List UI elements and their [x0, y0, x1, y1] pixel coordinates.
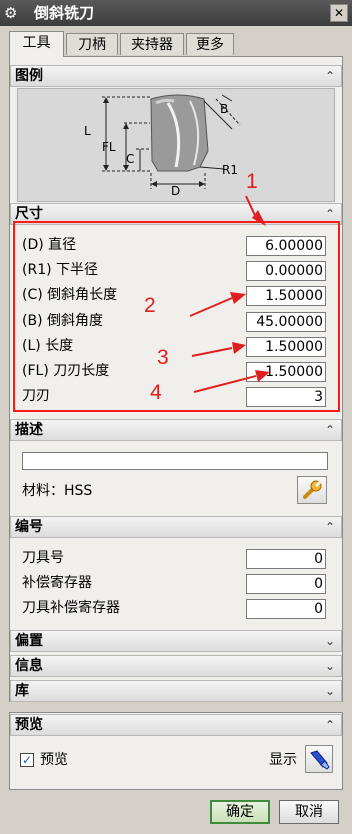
close-button[interactable]: ✕	[330, 4, 348, 22]
adjust-register-field[interactable]: 0	[246, 574, 326, 594]
tool-number-field[interactable]: 0	[246, 549, 326, 569]
length-label: (L) 长度	[22, 338, 74, 354]
chamfer-angle-field[interactable]: 45.00000	[246, 312, 326, 332]
annotation-label-1: 1	[246, 170, 258, 193]
cutcom-register-label: 刀具补偿寄存器	[22, 600, 120, 616]
chevron-down-icon[interactable]: ⌄	[321, 632, 339, 650]
diagram-label-fl: FL	[102, 140, 116, 154]
numbering-section-header[interactable]: 编号 ⌃	[10, 516, 342, 538]
diagram-label-c: C	[126, 152, 134, 166]
chevron-down-icon[interactable]: ⌄	[321, 682, 339, 700]
chamfer-length-field[interactable]: 1.50000	[246, 286, 326, 306]
lower-radius-label: (R1) 下半径	[22, 262, 99, 278]
ok-button[interactable]: 确定	[210, 800, 270, 824]
section-label: 描述	[15, 422, 43, 438]
section-label: 尺寸	[15, 206, 43, 222]
tab-more[interactable]: 更多	[186, 33, 234, 55]
cutcom-register-field[interactable]: 0	[246, 599, 326, 619]
diagram-label-b: B	[220, 102, 228, 116]
diagram-label-d: D	[171, 184, 180, 198]
chamfer-mill-diagram: B L FL C D R1	[84, 94, 241, 198]
section-label: 图例	[15, 68, 43, 84]
chevron-up-icon[interactable]: ⌃	[321, 518, 339, 536]
tab-bar: 工具 刀柄 夹持器 更多	[0, 26, 352, 57]
tool-number-label: 刀具号	[22, 550, 64, 566]
show-button[interactable]	[305, 745, 333, 773]
flutes-field[interactable]: 3	[246, 387, 326, 407]
info-section-header[interactable]: 信息 ⌄	[10, 655, 342, 677]
material-label: 材料：HSS	[22, 483, 93, 499]
section-label: 预览	[15, 717, 43, 733]
flute-length-field[interactable]: 1.50000	[246, 362, 326, 382]
window-title: 倒斜铣刀	[34, 4, 95, 22]
wrench-icon	[303, 479, 323, 499]
title-bar: ⚙ 倒斜铣刀 ✕	[0, 0, 352, 26]
annotation-label-3: 3	[157, 346, 169, 369]
tool-diagram-frame: B L FL C D R1	[17, 88, 335, 202]
tab-tool[interactable]: 工具	[9, 31, 64, 57]
chamfer-angle-label: (B) 倒斜角度	[22, 313, 103, 329]
flashlight-icon	[310, 750, 330, 770]
cancel-button[interactable]: 取消	[279, 800, 339, 824]
diameter-label: (D) 直径	[22, 237, 77, 253]
section-label: 库	[15, 683, 29, 699]
chevron-up-icon[interactable]: ⌃	[321, 421, 339, 439]
flute-length-label: (FL) 刀刃长度	[22, 363, 110, 379]
preview-checkbox[interactable]: ✓	[20, 753, 34, 767]
description-input[interactable]	[22, 452, 328, 470]
length-field[interactable]: 1.50000	[246, 337, 326, 357]
diagram-label-l: L	[84, 124, 91, 138]
chevron-up-icon[interactable]: ⌃	[321, 67, 339, 85]
material-button[interactable]	[297, 476, 327, 504]
chevron-up-icon[interactable]: ⌃	[321, 205, 339, 223]
library-section-header[interactable]: 库 ⌄	[10, 680, 342, 702]
preview-section-header[interactable]: 预览 ⌃	[10, 714, 342, 736]
section-label: 信息	[15, 658, 43, 674]
diameter-field[interactable]: 6.00000	[246, 236, 326, 256]
chevron-down-icon[interactable]: ⌄	[321, 657, 339, 675]
chevron-up-icon[interactable]: ⌃	[321, 716, 339, 734]
tab-holder-shank[interactable]: 刀柄	[66, 33, 118, 55]
offset-section-header[interactable]: 偏置 ⌄	[10, 630, 342, 652]
gear-icon[interactable]: ⚙	[4, 3, 17, 23]
section-label: 偏置	[15, 633, 43, 649]
preview-checkbox-label: 预览	[40, 752, 68, 768]
chamfer-length-label: (C) 倒斜角长度	[22, 287, 118, 303]
annotation-label-4: 4	[150, 381, 162, 404]
lower-radius-field[interactable]: 0.00000	[246, 261, 326, 281]
figure-section-header[interactable]: 图例 ⌃	[10, 65, 342, 87]
diagram-label-r1: R1	[222, 163, 238, 177]
show-label: 显示	[269, 752, 297, 768]
section-label: 编号	[15, 519, 43, 535]
tab-holder[interactable]: 夹持器	[120, 33, 184, 55]
dimensions-section-header[interactable]: 尺寸 ⌃	[10, 203, 342, 225]
description-section-header[interactable]: 描述 ⌃	[10, 419, 342, 441]
adjust-register-label: 补偿寄存器	[22, 575, 92, 591]
annotation-label-2: 2	[144, 294, 156, 317]
flutes-label: 刀刃	[22, 388, 50, 404]
